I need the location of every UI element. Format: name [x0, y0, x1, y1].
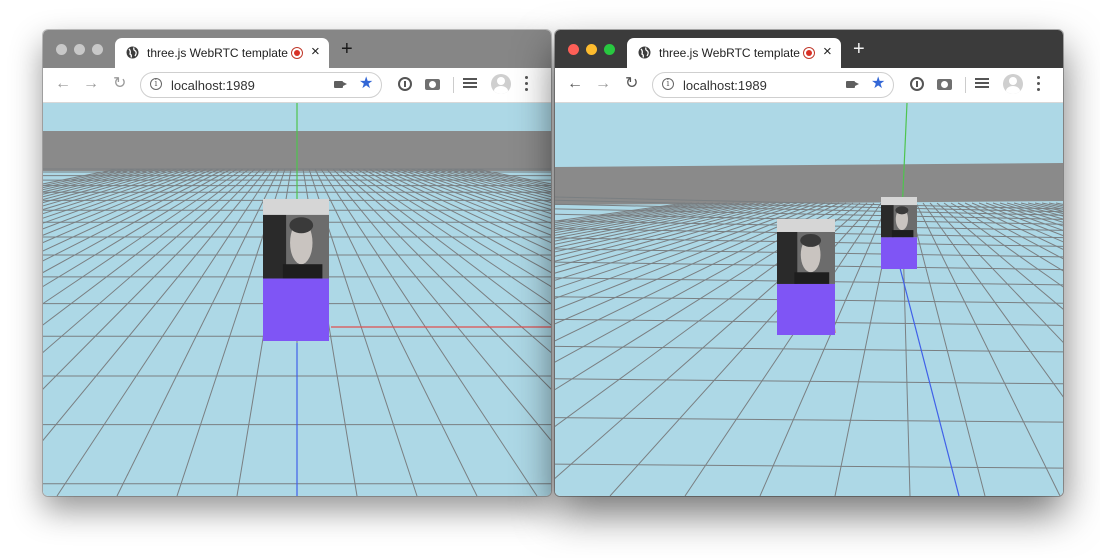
globe-icon: [638, 46, 651, 59]
tab-title: three.js WebRTC template: [659, 46, 800, 60]
back-arrow-icon[interactable]: ←: [55, 75, 71, 93]
browser-toolbar: ← → ↻ i localhost:1989 ★: [43, 68, 551, 103]
browser-toolbar: ← → ↻ i localhost:1989 ★: [555, 68, 1063, 103]
extension-icon[interactable]: [910, 77, 924, 91]
browser-tab[interactable]: three.js WebRTC template ×: [627, 38, 841, 68]
media-controls-icon[interactable]: [463, 78, 477, 90]
tab-title: three.js WebRTC template: [147, 46, 288, 60]
toolbar-divider: [965, 77, 966, 93]
more-menu-icon[interactable]: [1037, 76, 1041, 94]
forward-arrow-icon[interactable]: →: [83, 75, 99, 93]
webcam-cube-far: [881, 197, 917, 269]
minimize-window-button[interactable]: [586, 44, 597, 55]
more-menu-icon[interactable]: [525, 76, 529, 94]
plus-icon[interactable]: +: [341, 39, 353, 59]
camera-icon[interactable]: [846, 81, 859, 88]
recording-icon: [291, 47, 303, 59]
camera-icon[interactable]: [334, 81, 347, 88]
toolbar-divider: [453, 77, 454, 93]
media-controls-icon[interactable]: [975, 78, 989, 90]
forward-arrow-icon[interactable]: →: [595, 75, 611, 93]
info-icon[interactable]: i: [150, 78, 162, 90]
address-url[interactable]: localhost:1989: [683, 78, 767, 93]
star-icon[interactable]: ★: [871, 75, 885, 93]
browser-window-left: three.js WebRTC template × + ← → ↻ i loc…: [43, 30, 551, 496]
avatar-icon[interactable]: [491, 74, 511, 94]
globe-icon: [126, 46, 139, 59]
title-bar: three.js WebRTC template × +: [43, 30, 551, 68]
info-icon[interactable]: i: [662, 78, 674, 90]
reload-icon[interactable]: ↻: [113, 75, 126, 93]
webgl-canvas[interactable]: [43, 103, 551, 496]
three-scene: [555, 103, 1063, 496]
address-bar[interactable]: i localhost:1989 ★: [140, 72, 382, 98]
reload-icon[interactable]: ↻: [625, 75, 638, 93]
close-icon[interactable]: ×: [311, 44, 320, 60]
minimize-window-button[interactable]: [74, 44, 85, 55]
address-url[interactable]: localhost:1989: [171, 78, 255, 93]
plus-icon[interactable]: +: [853, 39, 865, 59]
zoom-window-button[interactable]: [92, 44, 103, 55]
browser-window-right: three.js WebRTC template × + ← → ↻ i loc…: [555, 30, 1063, 496]
address-bar[interactable]: i localhost:1989 ★: [652, 72, 894, 98]
webcam-cube: [263, 199, 329, 341]
star-icon[interactable]: ★: [359, 75, 373, 93]
webcam-cube-near: [777, 219, 835, 335]
extension-icon[interactable]: [398, 77, 412, 91]
three-scene: [43, 103, 551, 496]
close-window-button[interactable]: [568, 44, 579, 55]
webgl-canvas[interactable]: [555, 103, 1063, 496]
recording-icon: [803, 47, 815, 59]
close-window-button[interactable]: [56, 44, 67, 55]
screenshot-icon[interactable]: [425, 79, 440, 90]
close-icon[interactable]: ×: [823, 44, 832, 60]
zoom-window-button[interactable]: [604, 44, 615, 55]
back-arrow-icon[interactable]: ←: [567, 75, 583, 93]
title-bar: three.js WebRTC template × +: [555, 30, 1063, 68]
browser-tab[interactable]: three.js WebRTC template ×: [115, 38, 329, 68]
screenshot-icon[interactable]: [937, 79, 952, 90]
avatar-icon[interactable]: [1003, 74, 1023, 94]
